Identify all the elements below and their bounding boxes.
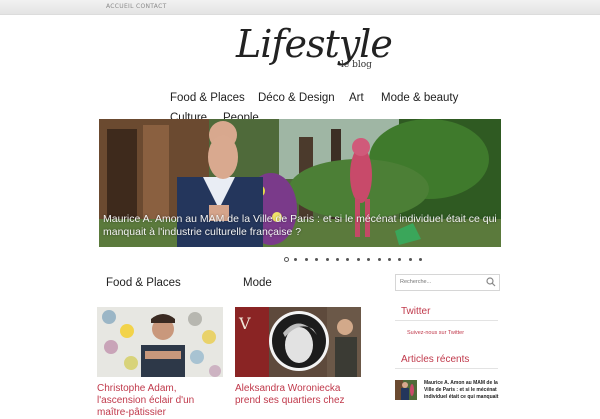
section-title-food-places[interactable]: Food & Places — [106, 277, 181, 289]
slider-dot[interactable] — [284, 257, 289, 262]
site-logo[interactable]: Lifestyle le blog — [236, 22, 393, 76]
search-box — [395, 274, 500, 291]
featured-slider[interactable]: Maurice A. Amon au MAM de la Ville de Pa… — [99, 119, 501, 247]
recent-post-thumbnail[interactable] — [395, 380, 417, 400]
section-title-mode[interactable]: Mode — [243, 277, 272, 289]
search-input[interactable] — [400, 276, 484, 288]
svg-text:V: V — [238, 314, 251, 333]
nav-link-contact[interactable]: CONTACT — [136, 3, 167, 10]
nav-item-deco-design[interactable]: Déco & Design — [258, 92, 335, 104]
nav-item-art[interactable]: Art — [349, 92, 364, 104]
slider-dot[interactable] — [346, 258, 350, 261]
post-title-christophe-adam[interactable]: Christophe Adam, l'ascension éclair d'un… — [97, 383, 227, 419]
slider-dot[interactable] — [419, 258, 423, 261]
slider-dot[interactable] — [294, 258, 298, 261]
divider — [395, 320, 498, 321]
recent-posts-title: Articles récents — [401, 354, 470, 365]
nav-item-food-places[interactable]: Food & Places — [170, 92, 245, 104]
slider-dot[interactable] — [315, 258, 319, 261]
slider-dot[interactable] — [377, 258, 381, 261]
slide-caption[interactable]: Maurice A. Amon au MAM de la Ville de Pa… — [103, 213, 497, 239]
twitter-follow-link[interactable]: Suivez-nous sur Twitter — [407, 330, 464, 336]
post-thumbnail-christophe-adam[interactable] — [97, 307, 223, 377]
slider-dot[interactable] — [356, 258, 360, 261]
logo-subtitle: le blog — [341, 60, 372, 70]
post-title-aleksandra-woroniecka[interactable]: Aleksandra Woroniecka prend ses quartier… — [235, 383, 365, 407]
search-icon[interactable] — [486, 277, 496, 287]
slider-dot[interactable] — [367, 258, 371, 261]
slider-dot[interactable] — [398, 258, 402, 261]
nav-item-mode-beauty[interactable]: Mode & beauty — [381, 92, 458, 104]
slider-dot[interactable] — [336, 258, 339, 261]
divider — [395, 368, 498, 369]
top-bar: ACCUEIL CONTACT — [0, 0, 600, 15]
slider-dot[interactable] — [304, 258, 308, 261]
slider-dot[interactable] — [325, 258, 329, 261]
slider-dot[interactable] — [388, 258, 391, 261]
recent-post-title[interactable]: Maurice A. Amon au MAM de la Ville de Pa… — [424, 380, 500, 401]
post-thumbnail-aleksandra-woroniecka[interactable]: V — [235, 307, 361, 377]
twitter-widget-title: Twitter — [401, 306, 431, 317]
slider-dot[interactable] — [408, 258, 412, 261]
nav-link-accueil[interactable]: ACCUEIL — [106, 3, 134, 10]
